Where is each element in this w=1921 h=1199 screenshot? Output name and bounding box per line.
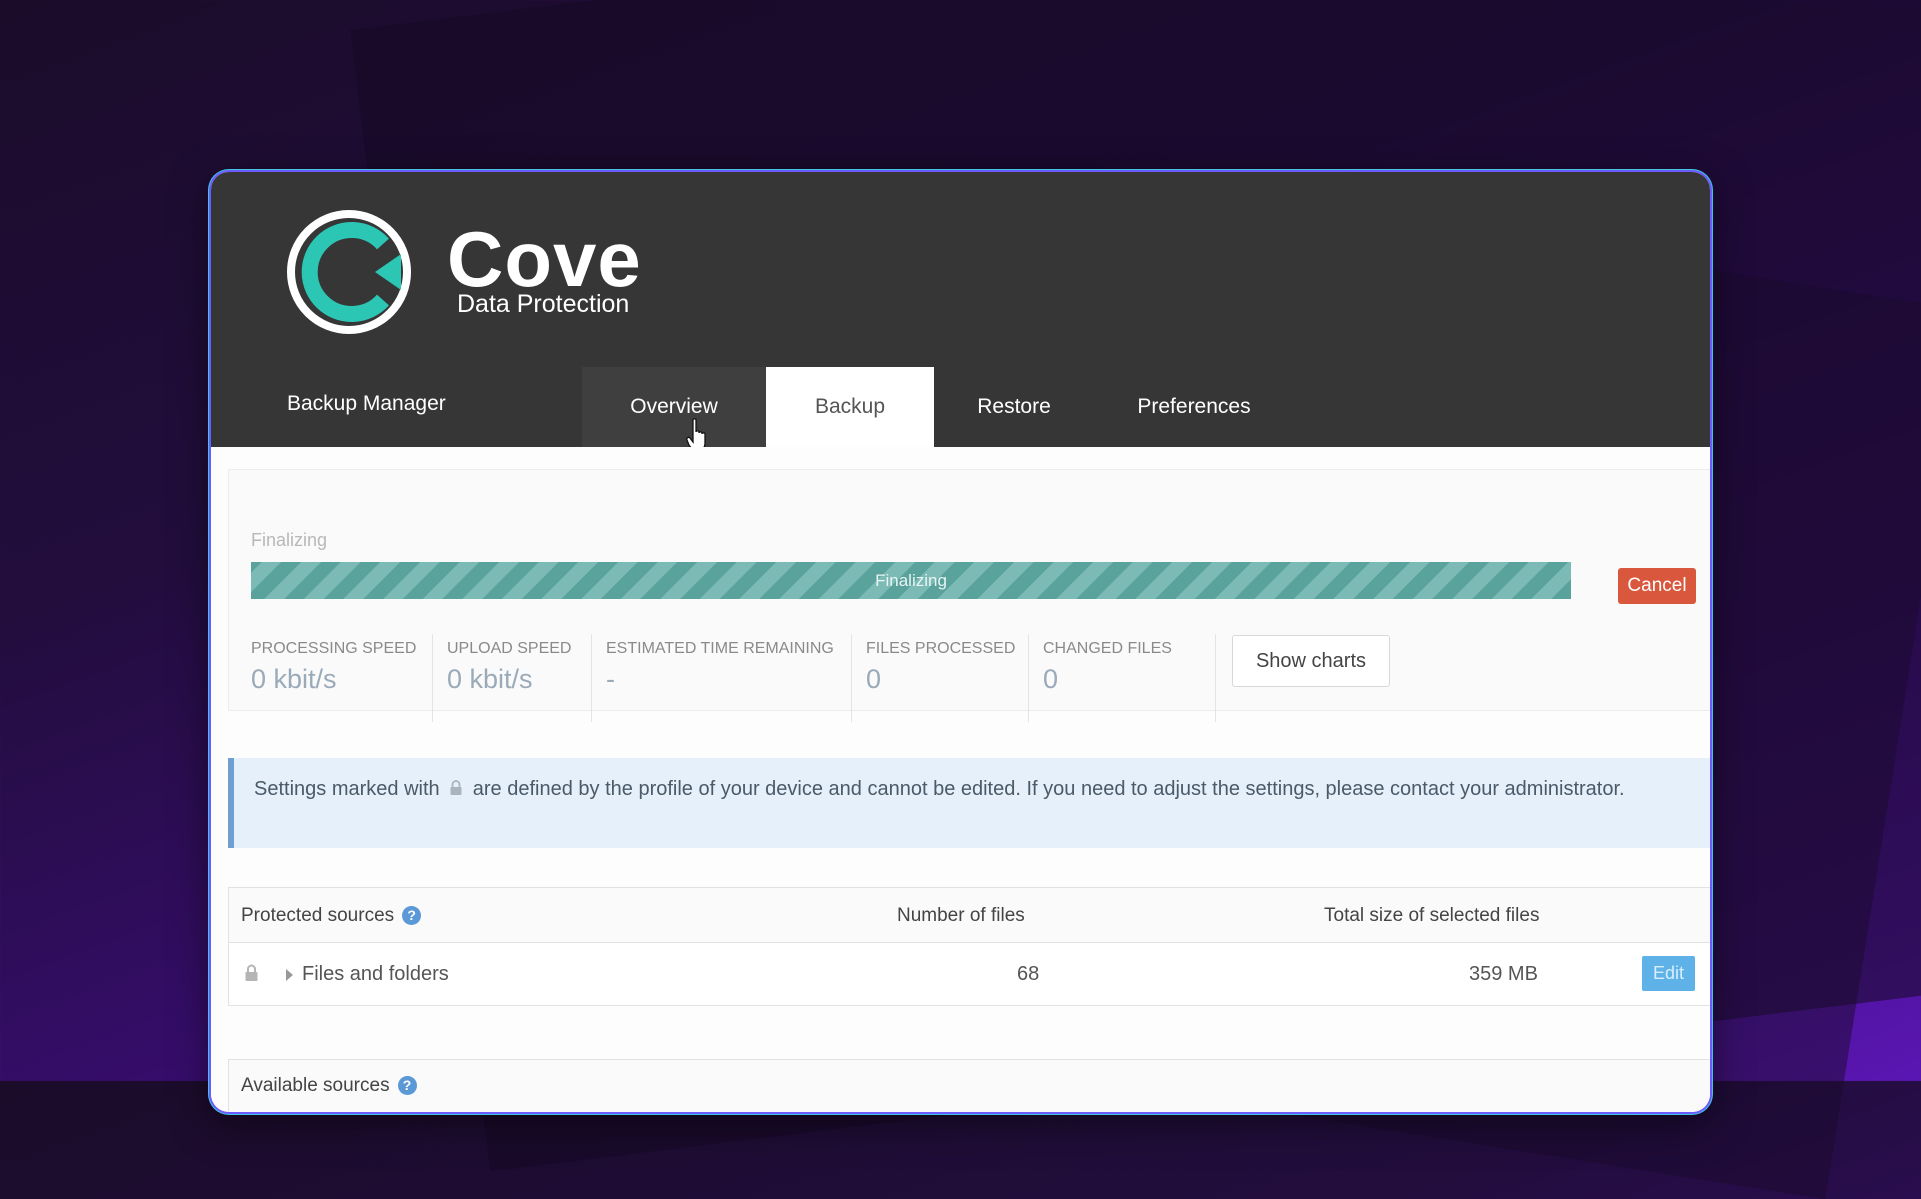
stat-upload-speed: UPLOAD SPEED 0 kbit/s	[447, 640, 571, 695]
status-label: Finalizing	[251, 530, 328, 550]
stat-label: FILES PROCESSED	[866, 640, 1016, 657]
header-number-of-files: Number of files	[897, 905, 1025, 926]
edit-button[interactable]: Edit	[1642, 956, 1695, 991]
stat-value: 0	[1043, 664, 1059, 694]
progress-bar-text: Finalizing	[875, 571, 947, 590]
stat-value: 0 kbit/s	[447, 664, 533, 694]
backup-content: Finalizing Finalizing Cancel PROCESSING …	[211, 447, 1710, 1112]
show-charts-button[interactable]: Show charts	[1232, 635, 1390, 687]
nav-title: Backup Manager	[287, 392, 446, 415]
stat-value: 0 kbit/s	[251, 664, 337, 694]
stat-value: -	[606, 664, 615, 694]
cove-logo-icon	[287, 210, 411, 334]
header-protected-sources: Protected sources?	[241, 905, 422, 927]
stat-processing-speed: PROCESSING SPEED 0 kbit/s	[251, 640, 416, 695]
lock-icon	[245, 964, 258, 981]
header-label: Protected sources	[241, 905, 395, 926]
stat-label: PROCESSING SPEED	[251, 640, 417, 657]
header-total-size: Total size of selected files	[1324, 905, 1540, 926]
progress-panel: Finalizing Finalizing Cancel PROCESSING …	[228, 469, 1710, 722]
table-row: Files and folders 68 359 MB Edit	[229, 943, 1710, 1005]
divider	[1028, 634, 1029, 722]
expand-arrow-icon[interactable]	[286, 969, 293, 981]
app-header: Cove Data Protection Backup Manager Over…	[211, 172, 1710, 452]
progress-bar: Finalizing	[251, 562, 1571, 599]
stat-label: UPLOAD SPEED	[447, 640, 572, 657]
tab-backup[interactable]: Backup	[766, 367, 934, 447]
available-sources-header: Available sources?	[241, 1075, 417, 1097]
stat-estimated-time: ESTIMATED TIME REMAINING -	[606, 640, 834, 695]
help-icon[interactable]: ?	[397, 1076, 417, 1095]
tab-overview[interactable]: Overview	[582, 367, 766, 447]
table-header: Protected sources? Number of files Total…	[229, 888, 1710, 943]
available-sources-panel: Available sources?	[228, 1059, 1710, 1112]
stat-changed-files: CHANGED FILES 0	[1043, 640, 1172, 695]
source-total-size: 359 MB	[1469, 963, 1538, 985]
info-text-before: Settings marked with	[254, 778, 440, 800]
divider	[591, 634, 592, 722]
divider	[1215, 634, 1216, 722]
stat-files-processed: FILES PROCESSED 0	[866, 640, 1015, 695]
source-file-count: 68	[1017, 963, 1040, 985]
source-name: Files and folders	[302, 963, 449, 985]
stat-label: ESTIMATED TIME REMAINING	[606, 640, 834, 657]
divider	[851, 634, 852, 722]
info-banner: Settings marked with are defined by the …	[228, 758, 1710, 848]
app-window: Cove Data Protection Backup Manager Over…	[211, 172, 1710, 1112]
lock-icon	[450, 780, 462, 795]
tab-preferences[interactable]: Preferences	[1094, 367, 1294, 447]
brand-subtitle: Data Protection	[457, 290, 630, 318]
help-icon[interactable]: ?	[402, 906, 422, 925]
divider	[432, 634, 433, 722]
stat-value: 0	[866, 664, 882, 694]
tab-restore[interactable]: Restore	[934, 367, 1094, 447]
available-sources-label: Available sources	[241, 1075, 390, 1096]
info-text-after: are defined by the profile of your devic…	[472, 778, 1625, 800]
protected-sources-table: Protected sources? Number of files Total…	[228, 887, 1710, 1006]
stat-label: CHANGED FILES	[1043, 640, 1172, 657]
cancel-button[interactable]: Cancel	[1618, 568, 1696, 604]
